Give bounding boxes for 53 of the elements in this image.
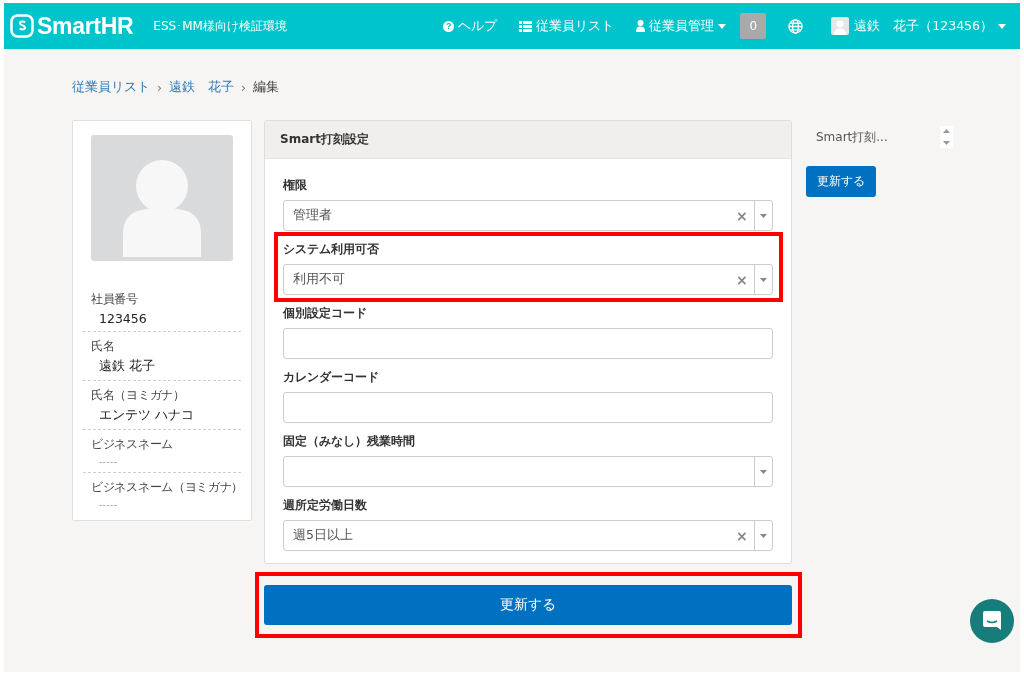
logo-text[interactable]: SmartHR	[37, 12, 134, 40]
avatar-icon	[831, 17, 850, 35]
breadcrumb-separator: ›	[241, 79, 246, 95]
update-button[interactable]: 更新する	[806, 166, 876, 197]
user-menu[interactable]: 遠鉄 花子（123456）	[831, 17, 1006, 35]
profile-value: 123456	[98, 311, 148, 326]
field-label: 週所定労働日数	[283, 497, 368, 514]
select-field[interactable]	[283, 456, 773, 487]
profile-label: 社員番号	[91, 291, 139, 308]
field-label: 個別設定コード	[283, 305, 368, 322]
clear-icon[interactable]: ×	[736, 207, 754, 224]
caret-icon	[760, 533, 767, 538]
field-label: 固定（みなし）残業時間	[283, 433, 416, 450]
field-label: カレンダーコード	[283, 369, 380, 386]
caret-icon	[760, 469, 767, 474]
input-field[interactable]	[283, 328, 773, 359]
panel-header: Smart打刻設定	[265, 121, 791, 159]
caret-icon	[760, 277, 767, 282]
profile-label: 氏名	[91, 338, 116, 355]
select-field[interactable]: 週5日以上 ×	[283, 520, 773, 551]
clear-icon[interactable]: ×	[736, 271, 754, 288]
scroll-arrows-icon[interactable]	[939, 126, 953, 148]
profile-value: 遠鉄 花子	[98, 358, 156, 375]
notification-count[interactable]: 0	[740, 13, 767, 39]
input-field[interactable]	[283, 392, 773, 423]
globe-icon[interactable]	[788, 18, 804, 34]
list-icon	[519, 20, 533, 32]
nav-link[interactable]: 従業員リスト	[519, 17, 615, 35]
profile-label: ビジネスネーム	[91, 436, 174, 453]
nav-link[interactable]: 従業員管理	[636, 17, 727, 35]
breadcrumb-current: 編集	[253, 78, 279, 96]
profile-value: エンテツ ハナコ	[98, 407, 195, 424]
profile-label: 氏名（ヨミガナ）	[91, 387, 186, 404]
logo-icon	[10, 14, 34, 38]
select-field[interactable]: 管理者 ×	[283, 200, 773, 231]
person-icon	[636, 20, 646, 32]
breadcrumb-separator: ›	[157, 79, 162, 95]
caret-icon	[760, 213, 767, 218]
nav-link[interactable]: ? ヘルプ	[443, 17, 498, 35]
update-button[interactable]: 更新する	[264, 585, 792, 625]
profile-value: -----	[98, 456, 119, 467]
chat-icon	[982, 610, 1002, 632]
breadcrumb-link[interactable]: 従業員リスト	[72, 78, 150, 96]
clear-icon[interactable]: ×	[736, 527, 754, 544]
field-label: 権限	[283, 177, 308, 194]
profile-value: -----	[98, 499, 119, 510]
caret-icon	[998, 23, 1006, 29]
environment-name: ESS･MM様向け検証環境	[153, 17, 287, 35]
section-link[interactable]: Smart打刻...	[816, 128, 888, 146]
breadcrumb-link[interactable]: 遠鉄 花子	[169, 78, 234, 96]
help-icon: ?	[443, 20, 455, 32]
field-label: システム利用可否	[283, 241, 380, 258]
select-field[interactable]: 利用不可 ×	[283, 264, 773, 295]
